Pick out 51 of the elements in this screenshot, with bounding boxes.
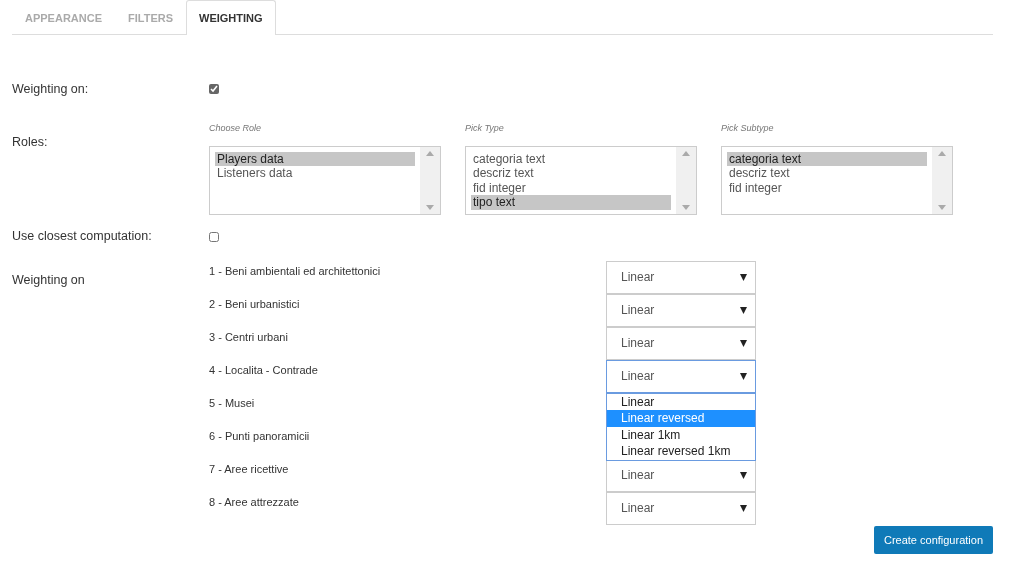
select-field[interactable]: Linear [606, 359, 756, 393]
field-label: Roles: [12, 135, 48, 149]
select-field[interactable]: Linear [606, 260, 756, 294]
scroll-down-icon[interactable] [682, 204, 690, 210]
field-label: Use closest computation: [12, 228, 153, 246]
list-option[interactable]: categoria text [471, 151, 671, 166]
item-label: 2 - Beni urbanistici [209, 296, 301, 312]
list-caption: Pick Subtype [721, 122, 775, 135]
scroll-up-icon[interactable] [682, 150, 690, 156]
checkbox[interactable] [209, 84, 219, 94]
scroll-up-icon[interactable] [426, 150, 434, 156]
list-box[interactable]: Players data Listeners data [209, 145, 441, 215]
tab[interactable]: WEIGHTING [186, 0, 276, 35]
checkbox[interactable] [209, 231, 219, 242]
caret-icon [740, 372, 747, 380]
item-label: 6 - Punti panoramicii [209, 428, 311, 444]
dropdown-option[interactable]: Linear [607, 393, 755, 410]
select-field[interactable]: Linear [606, 293, 756, 327]
list-box[interactable]: categoria text descriz text fid integer tipo text [465, 145, 697, 215]
create-configuration-button[interactable]: Create configuration [873, 525, 993, 554]
list-caption: Pick Type [465, 122, 505, 135]
item-label: 1 - Beni ambientali ed architettonici [209, 263, 382, 279]
caret-icon [740, 471, 747, 479]
caret-icon [740, 273, 747, 281]
field-label: Weighting on [12, 272, 85, 287]
list-option[interactable]: categoria text [727, 151, 927, 166]
scroll-down-icon[interactable] [938, 204, 946, 210]
scroll-down-icon[interactable] [426, 204, 434, 210]
item-label: 8 - Aree attrezzate [209, 494, 300, 510]
caret-icon [740, 306, 747, 314]
item-label: 4 - Localita - Contrade [209, 362, 319, 378]
field-label: Weighting on: [12, 80, 90, 98]
select-field[interactable]: Linear [606, 326, 756, 360]
item-label: 7 - Aree ricettive [209, 461, 290, 477]
list-caption: Choose Role [209, 122, 263, 135]
caret-icon [740, 504, 747, 512]
list-option[interactable]: Players data [215, 151, 415, 166]
dropdown-option[interactable]: Linear 1km [607, 426, 755, 443]
caret-icon [740, 339, 747, 347]
list-option[interactable]: Listeners data [215, 166, 415, 181]
list-box[interactable]: categoria text descriz text fid integer [721, 145, 953, 215]
list-option[interactable]: descriz text [471, 166, 671, 181]
item-label: 3 - Centri urbani [209, 329, 289, 345]
item-label: 5 - Musei [209, 395, 256, 411]
list-option[interactable]: fid integer [471, 180, 671, 195]
scroll-up-icon[interactable] [938, 150, 946, 156]
select-field[interactable]: Linear [606, 491, 756, 525]
list-option[interactable]: fid integer [727, 180, 927, 195]
list-option[interactable]: tipo text [471, 195, 671, 210]
list-option[interactable]: descriz text [727, 166, 927, 181]
dropdown-option[interactable]: Linear reversed 1km [607, 443, 755, 460]
